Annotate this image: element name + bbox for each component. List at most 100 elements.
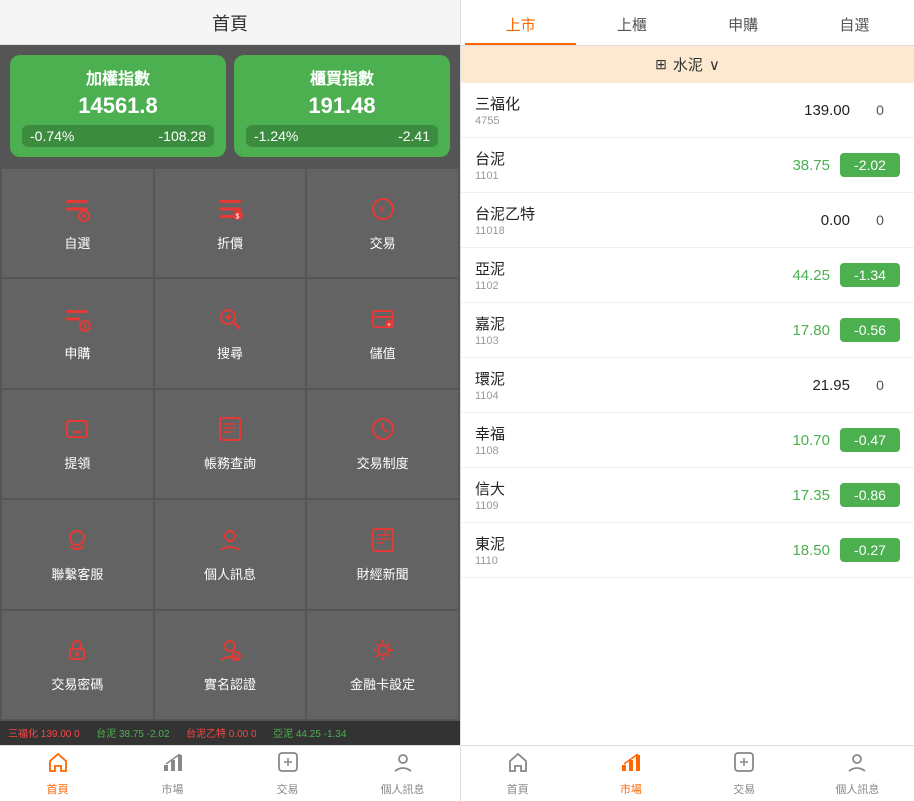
index-card-weighted[interactable]: 加權指數 14561.8 -0.74% -108.28 <box>10 55 226 157</box>
stock-change-5: 0 <box>860 373 900 397</box>
right-nav-label-0: 首頁 <box>507 781 529 797</box>
menu-item-8[interactable]: 交易制度 <box>307 390 458 498</box>
otc-pct: -1.24% <box>254 128 298 144</box>
withdraw-icon <box>63 415 91 447</box>
weighted-title: 加權指數 <box>22 65 214 89</box>
menu-label-7: 帳務查詢 <box>204 453 256 472</box>
stock-info-0: 三福化 4755 <box>475 93 780 127</box>
menu-item-1[interactable]: $ 折價 <box>155 169 306 277</box>
市場-nav-icon <box>162 751 184 779</box>
menu-label-8: 交易制度 <box>357 453 409 472</box>
menu-item-12[interactable]: 交易密碼 <box>2 611 153 719</box>
left-nav-item-交易[interactable]: 交易 <box>230 746 345 801</box>
stock-change-6: -0.47 <box>840 428 900 452</box>
stock-change-1: -2.02 <box>840 153 900 177</box>
menu-item-14[interactable]: 金融卡設定 <box>307 611 458 719</box>
menu-item-10[interactable]: 個人訊息 <box>155 500 306 608</box>
stock-name-2: 台泥乙特 <box>475 203 780 224</box>
stock-price-1: 38.75 <box>760 157 830 174</box>
right-個人訊息-icon <box>846 751 868 779</box>
stock-row-2[interactable]: 台泥乙特 11018 0.00 0 <box>461 193 914 248</box>
password-icon <box>63 636 91 668</box>
stock-change-7: -0.86 <box>840 483 900 507</box>
menu-item-3[interactable]: 申購 <box>2 279 153 387</box>
stock-info-4: 嘉泥 1103 <box>475 313 760 347</box>
stock-row-3[interactable]: 亞泥 1102 44.25 -1.34 <box>461 248 914 303</box>
left-nav-item-市場[interactable]: 市場 <box>115 746 230 801</box>
menu-label-10: 個人訊息 <box>204 564 256 583</box>
stock-name-8: 東泥 <box>475 533 760 554</box>
menu-label-13: 實名認證 <box>204 674 256 693</box>
menu-item-5[interactable]: +儲值 <box>307 279 458 387</box>
svg-text:N: N <box>384 530 388 536</box>
right-tab-上櫃[interactable]: 上櫃 <box>576 6 687 45</box>
right-nav-item-個人訊息[interactable]: 個人訊息 <box>801 746 914 801</box>
left-bottom-nav: 首頁 市場 交易 個人訊息 <box>0 745 460 801</box>
right-nav-item-交易[interactable]: 交易 <box>688 746 801 801</box>
plus-icon <box>63 195 91 227</box>
menu-label-12: 交易密碼 <box>51 674 103 693</box>
left-nav-label-0: 首頁 <box>47 781 69 797</box>
stock-info-1: 台泥 1101 <box>475 148 760 182</box>
stock-code-5: 1104 <box>475 390 780 402</box>
category-label: 水泥 <box>673 54 703 75</box>
交易-nav-icon <box>277 751 299 779</box>
right-nav-item-市場[interactable]: 市場 <box>574 746 687 801</box>
otc-value: 191.48 <box>246 93 438 119</box>
index-card-otc[interactable]: 櫃買指數 191.48 -1.24% -2.41 <box>234 55 450 157</box>
left-nav-item-首頁[interactable]: 首頁 <box>0 746 115 801</box>
menu-item-2[interactable]: ¥交易 <box>307 169 458 277</box>
stock-code-3: 1102 <box>475 280 760 292</box>
left-nav-label-1: 市場 <box>162 781 184 797</box>
menu-item-0[interactable]: 自選 <box>2 169 153 277</box>
menu-item-6[interactable]: 提領 <box>2 390 153 498</box>
weighted-pct: -0.74% <box>30 128 74 144</box>
stock-row-7[interactable]: 信大 1109 17.35 -0.86 <box>461 468 914 523</box>
stock-row-1[interactable]: 台泥 1101 38.75 -2.02 <box>461 138 914 193</box>
stock-row-4[interactable]: 嘉泥 1103 17.80 -0.56 <box>461 303 914 358</box>
stock-change-3: -1.34 <box>840 263 900 287</box>
right-nav-item-首頁[interactable]: 首頁 <box>461 746 574 801</box>
stock-info-2: 台泥乙特 11018 <box>475 203 780 237</box>
stock-list: 三福化 4755 139.00 0 台泥 1101 38.75 -2.02 台泥… <box>461 83 914 745</box>
stock-code-1: 1101 <box>475 170 760 182</box>
stock-row-5[interactable]: 環泥 1104 21.95 0 <box>461 358 914 413</box>
right-tab-上市[interactable]: 上市 <box>465 6 576 45</box>
stock-row-0[interactable]: 三福化 4755 139.00 0 <box>461 83 914 138</box>
stock-info-8: 東泥 1110 <box>475 533 760 567</box>
verify-icon <box>216 636 244 668</box>
left-nav-item-個人訊息[interactable]: 個人訊息 <box>345 746 460 801</box>
left-nav-label-2: 交易 <box>277 781 299 797</box>
right-nav-label-1: 市場 <box>620 781 642 797</box>
menu-item-4[interactable]: 搜尋 <box>155 279 306 387</box>
weighted-value: 14561.8 <box>22 93 214 119</box>
svg-text:$: $ <box>235 213 239 220</box>
menu-label-1: 折價 <box>217 233 243 252</box>
menu-item-9[interactable]: 聯繫客服 <box>2 500 153 608</box>
stock-price-6: 10.70 <box>760 432 830 449</box>
stock-row-8[interactable]: 東泥 1110 18.50 -0.27 <box>461 523 914 578</box>
stock-row-6[interactable]: 幸福 1108 10.70 -0.47 <box>461 413 914 468</box>
apply-icon <box>63 305 91 337</box>
card-icon <box>369 636 397 668</box>
ticker-bar: 三福化 139.00 0 台泥 38.75 -2.02 台泥乙特 0.00 0 … <box>0 721 460 745</box>
menu-item-7[interactable]: 帳務查詢 <box>155 390 306 498</box>
right-tab-自選[interactable]: 自選 <box>799 6 910 45</box>
menu-label-0: 自選 <box>64 233 90 252</box>
stock-price-7: 17.35 <box>760 487 830 504</box>
right-tab-申購[interactable]: 申購 <box>688 6 799 45</box>
stock-price-3: 44.25 <box>760 267 830 284</box>
category-bar[interactable]: ⊞ 水泥 ∨ <box>461 46 914 83</box>
menu-label-5: 儲值 <box>370 343 396 362</box>
stock-price-5: 21.95 <box>780 377 850 394</box>
menu-item-11[interactable]: N財經新聞 <box>307 500 458 608</box>
menu-label-4: 搜尋 <box>217 343 243 362</box>
menu-label-9: 聯繫客服 <box>51 564 103 583</box>
menu-item-13[interactable]: 實名認證 <box>155 611 306 719</box>
otc-title: 櫃買指數 <box>246 65 438 89</box>
stock-code-0: 4755 <box>475 115 780 127</box>
right-tabs: 上市上櫃申購自選 <box>461 0 914 46</box>
chevron-down-icon: ∨ <box>709 56 720 74</box>
account-icon <box>216 415 244 447</box>
otc-change: -2.41 <box>398 128 430 144</box>
